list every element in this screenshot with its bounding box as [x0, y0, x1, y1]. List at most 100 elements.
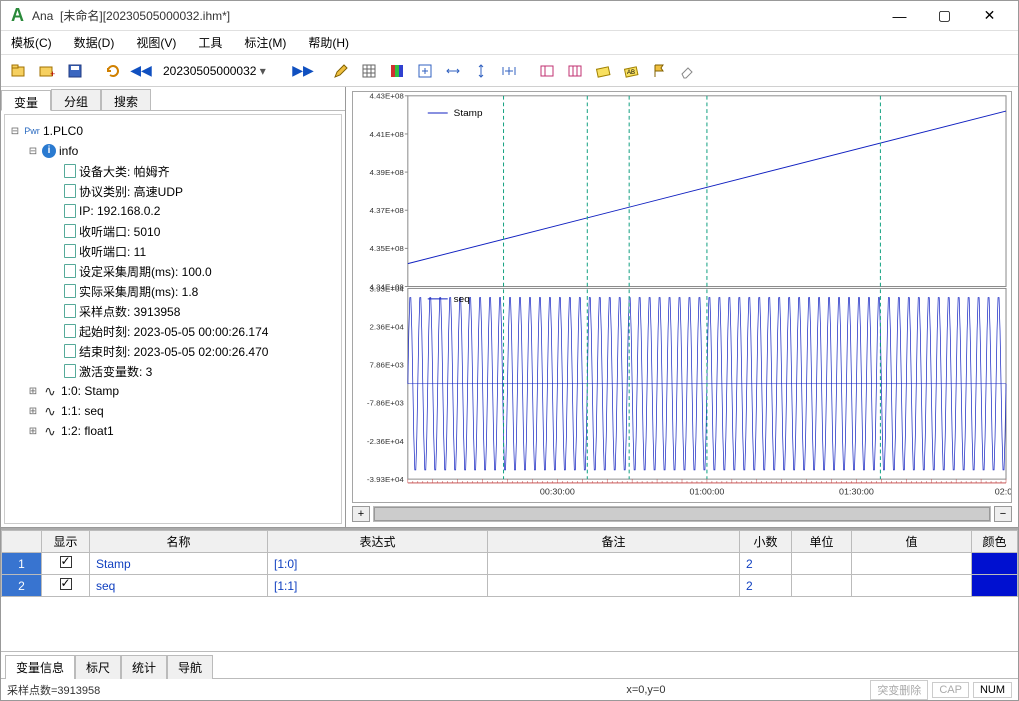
sidebar-tab-search[interactable]: 搜索: [101, 89, 151, 110]
tree-info-item[interactable]: 采样点数: 3913958: [79, 303, 180, 320]
tree-var-item[interactable]: 1:0: Stamp: [61, 384, 119, 398]
palette-icon[interactable]: [385, 59, 409, 83]
wave-icon: ∿: [42, 423, 58, 439]
menu-annotate[interactable]: 标注(M): [240, 32, 290, 53]
cell-remark[interactable]: [488, 575, 740, 597]
row-header[interactable]: 2: [2, 575, 42, 597]
cursor-b-icon[interactable]: [563, 59, 587, 83]
cell-name[interactable]: Stamp: [90, 553, 268, 575]
refresh-icon[interactable]: [101, 59, 125, 83]
cell-decimals[interactable]: 2: [740, 575, 792, 597]
flag-icon[interactable]: [647, 59, 671, 83]
open-template-icon[interactable]: [7, 59, 31, 83]
tree-info-item[interactable]: IP: 192.168.0.2: [79, 204, 160, 218]
col-unit[interactable]: 单位: [792, 531, 852, 553]
tree-info[interactable]: info: [59, 144, 78, 158]
svg-text:-2.36E+04: -2.36E+04: [367, 437, 405, 446]
chart-pane: 4.34E+084.35E+084.37E+084.39E+084.41E+08…: [346, 87, 1018, 528]
cell-remark[interactable]: [488, 553, 740, 575]
cell-decimals[interactable]: 2: [740, 553, 792, 575]
cell-color[interactable]: [972, 575, 1018, 597]
bottom-tab-nav[interactable]: 导航: [167, 655, 213, 679]
bottom-tab-ruler[interactable]: 标尺: [75, 655, 121, 679]
tree-var-item[interactable]: 1:1: seq: [61, 404, 104, 418]
tree-var-item[interactable]: 1:2: float1: [61, 424, 114, 438]
pencil-icon[interactable]: [329, 59, 353, 83]
app-icon: A: [11, 5, 24, 26]
cell-show[interactable]: [42, 553, 90, 575]
zoom-fit-icon[interactable]: [413, 59, 437, 83]
tree-info-item[interactable]: 激活变量数: 3: [79, 363, 152, 380]
row-header[interactable]: 1: [2, 553, 42, 575]
cell-value[interactable]: [852, 575, 972, 597]
status-samples: 采样点数=3913958: [7, 682, 626, 698]
prev-fast-icon[interactable]: ◀◀: [129, 62, 153, 79]
svg-text:01:30:00: 01:30:00: [839, 487, 874, 497]
menu-tool[interactable]: 工具: [194, 32, 226, 53]
marker-yellow-icon[interactable]: [591, 59, 615, 83]
close-button[interactable]: ✕: [967, 2, 1012, 30]
variable-grid[interactable]: 显示 名称 表达式 备注 小数 单位 值 颜色 1 Stamp [1:0] 2 …: [1, 530, 1018, 652]
cell-unit[interactable]: [792, 575, 852, 597]
svg-text:02:00: 02:00: [995, 487, 1011, 497]
bottom-tab-stats[interactable]: 统计: [121, 655, 167, 679]
tree-info-item[interactable]: 收听端口: 5010: [79, 223, 160, 240]
col-value[interactable]: 值: [852, 531, 972, 553]
add-template-icon[interactable]: +: [35, 59, 59, 83]
col-decimals[interactable]: 小数: [740, 531, 792, 553]
tree-info-item[interactable]: 设备大类: 帕姆齐: [79, 163, 170, 180]
col-show[interactable]: 显示: [42, 531, 90, 553]
cursor-a-icon[interactable]: [535, 59, 559, 83]
tree-info-item[interactable]: 收听端口: 11: [79, 243, 146, 260]
cell-unit[interactable]: [792, 553, 852, 575]
cell-color[interactable]: [972, 553, 1018, 575]
status-num: NUM: [973, 682, 1012, 698]
menu-help[interactable]: 帮助(H): [304, 32, 353, 53]
title-bar: A Ana [未命名][20230505000032.ihm*] — ▢ ✕: [1, 1, 1018, 31]
cell-show[interactable]: [42, 575, 90, 597]
svg-text:4.43E+08: 4.43E+08: [369, 92, 403, 101]
tree-info-item[interactable]: 结束时刻: 2023-05-05 02:00:26.470: [79, 343, 268, 360]
sidebar-tab-group[interactable]: 分组: [51, 89, 101, 110]
marker-ab-icon[interactable]: AB: [619, 59, 643, 83]
col-name[interactable]: 名称: [90, 531, 268, 553]
tree-info-item[interactable]: 设定采集周期(ms): 100.0: [79, 263, 212, 280]
tree-info-item[interactable]: 起始时刻: 2023-05-05 00:00:26.174: [79, 323, 268, 340]
menu-template[interactable]: 模板(C): [7, 32, 56, 53]
grid-icon[interactable]: [357, 59, 381, 83]
bottom-tab-varinfo[interactable]: 变量信息: [5, 655, 75, 679]
menu-data[interactable]: 数据(D): [70, 32, 119, 53]
save-icon[interactable]: [63, 59, 87, 83]
chart-h-scrollbar[interactable]: [373, 506, 991, 522]
maximize-button[interactable]: ▢: [922, 2, 967, 30]
svg-text:7.86E+03: 7.86E+03: [369, 361, 403, 370]
file-id-combo[interactable]: 20230505000032 ▾: [157, 60, 287, 82]
page-icon: [64, 204, 76, 218]
tree-info-item[interactable]: 实际采集周期(ms): 1.8: [79, 283, 198, 300]
cell-name[interactable]: seq: [90, 575, 268, 597]
zoom-h-icon[interactable]: [441, 59, 465, 83]
chart-area[interactable]: 4.34E+084.35E+084.37E+084.39E+084.41E+08…: [352, 91, 1012, 503]
col-color[interactable]: 颜色: [972, 531, 1018, 553]
minimize-button[interactable]: —: [877, 2, 922, 30]
svg-text:Stamp: Stamp: [454, 108, 483, 119]
zoom-minus-button[interactable]: −: [994, 506, 1012, 522]
col-expr[interactable]: 表达式: [268, 531, 488, 553]
zoom-v-icon[interactable]: [469, 59, 493, 83]
eraser-icon[interactable]: [675, 59, 699, 83]
cell-expr[interactable]: [1:0]: [268, 553, 488, 575]
add-pane-button[interactable]: +: [352, 506, 370, 522]
variable-tree[interactable]: ⊟Pwr1.PLC0 ⊟iinfo 设备大类: 帕姆齐协议类别: 高速UDPIP…: [4, 114, 342, 524]
info-icon: i: [42, 144, 56, 158]
tree-info-item[interactable]: 协议类别: 高速UDP: [79, 183, 183, 200]
tree-root[interactable]: 1.PLC0: [43, 124, 83, 138]
sidebar-tab-vars[interactable]: 变量: [1, 90, 51, 111]
col-remark[interactable]: 备注: [488, 531, 740, 553]
center-icon[interactable]: [497, 59, 521, 83]
menu-view[interactable]: 视图(V): [132, 32, 180, 53]
cell-expr[interactable]: [1:1]: [268, 575, 488, 597]
next-fast-icon[interactable]: ▶▶: [291, 62, 315, 79]
col-index[interactable]: [2, 531, 42, 553]
cell-value[interactable]: [852, 553, 972, 575]
svg-text:-7.86E+03: -7.86E+03: [367, 399, 404, 408]
